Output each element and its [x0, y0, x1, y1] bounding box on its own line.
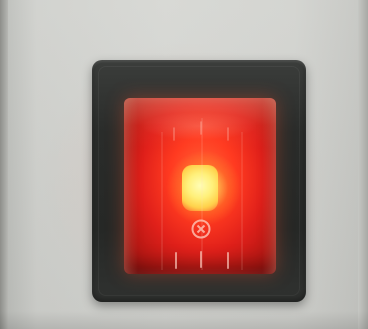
- bottom-shadow: [0, 311, 368, 329]
- rocker-right-edge: [262, 98, 276, 274]
- right-edge: [358, 0, 368, 329]
- indicator-core: [182, 165, 218, 211]
- rocker-left-edge: [124, 98, 138, 274]
- photo-scene: [0, 0, 368, 329]
- left-edge: [0, 0, 8, 329]
- rocker-reflection: [140, 112, 258, 140]
